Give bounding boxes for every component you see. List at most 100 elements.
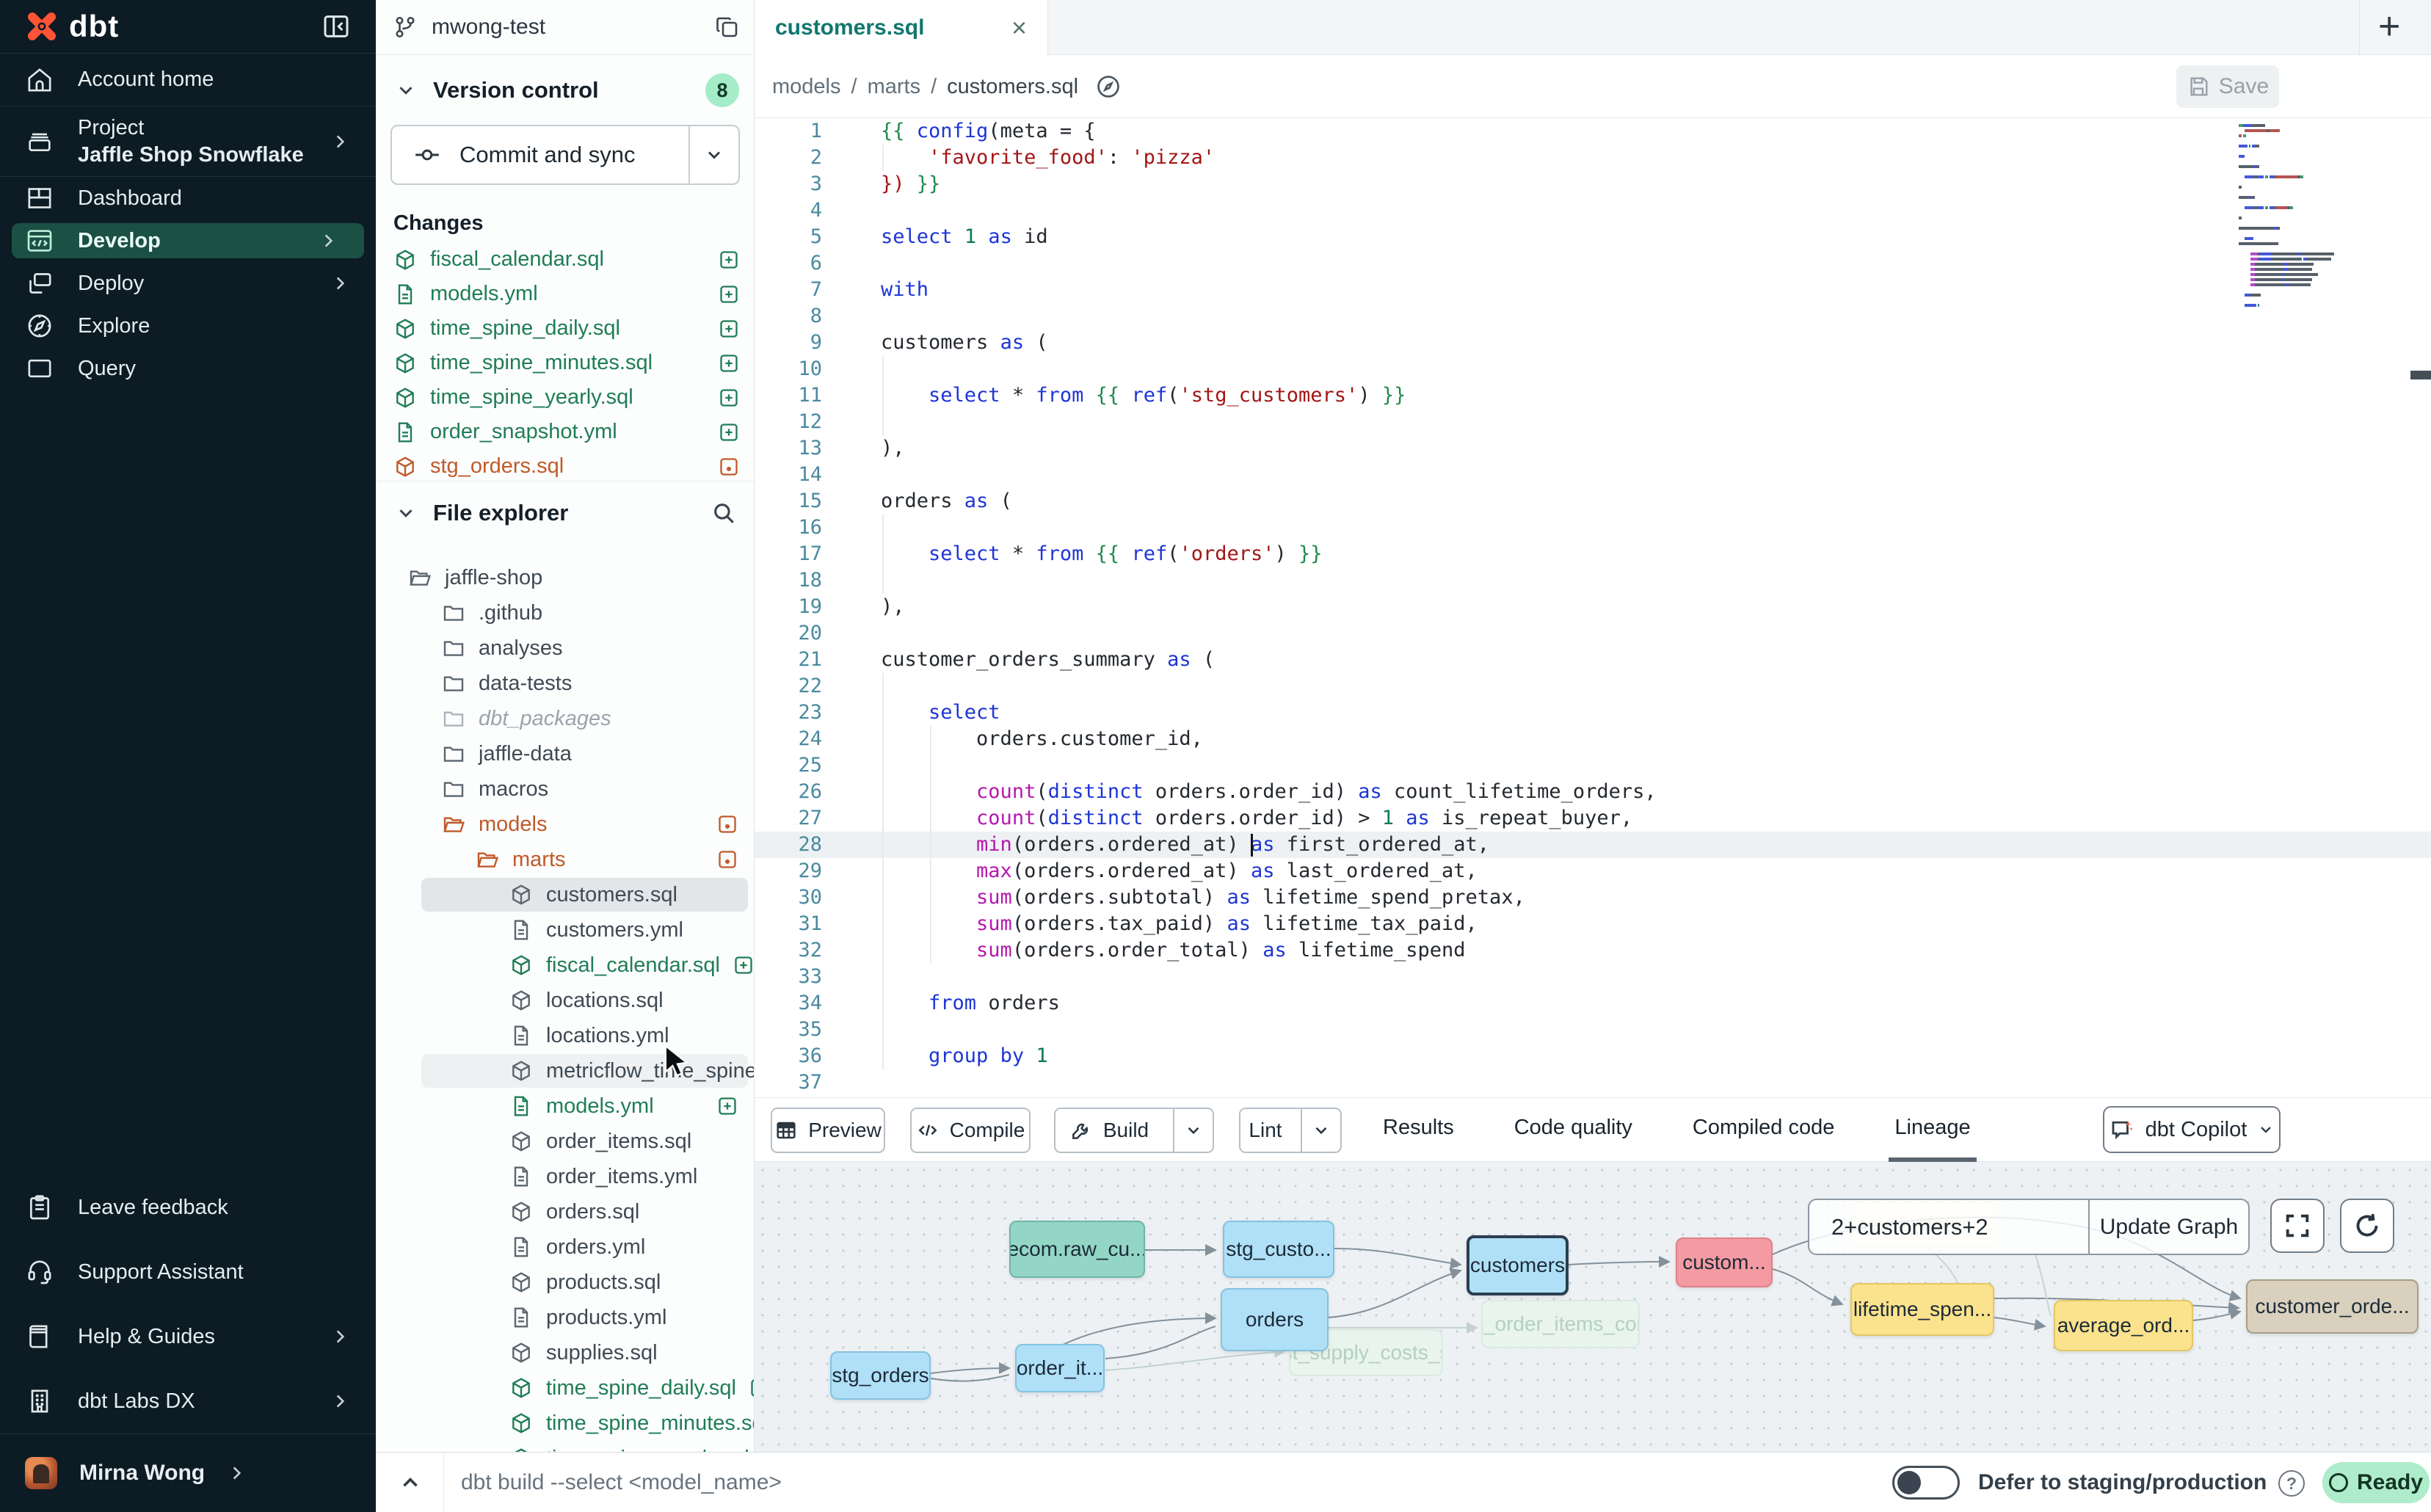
lineage-node-order_it---[interactable]: order_it... xyxy=(1015,1344,1105,1392)
compile-button[interactable]: Compile xyxy=(910,1108,1031,1153)
status-badge[interactable]: Ready xyxy=(2322,1462,2430,1503)
copy-icon[interactable] xyxy=(714,14,741,40)
build-options-button[interactable] xyxy=(1173,1109,1213,1152)
change-file-stg_orders.sql[interactable]: stg_orders.sql xyxy=(376,449,754,481)
file-analyses[interactable]: analyses xyxy=(376,630,754,666)
file-products.sql[interactable]: products.sql xyxy=(376,1265,754,1300)
tab-code-quality[interactable]: Code quality xyxy=(1508,1098,1638,1163)
lineage-selector-input[interactable]: 2+customers+2 Update Graph xyxy=(1808,1199,2250,1255)
home-icon xyxy=(25,65,54,95)
defer-toggle[interactable] xyxy=(1892,1466,1960,1500)
tab-results[interactable]: Results xyxy=(1377,1098,1460,1163)
lint-options-button[interactable] xyxy=(1301,1109,1340,1152)
nav-item-project[interactable]: ProjectJaffle Shop Snowflake xyxy=(0,106,376,176)
nav-item-dbt-labs-dx[interactable]: dbt Labs DX xyxy=(0,1369,376,1433)
file-order_items.sql[interactable]: order_items.sql xyxy=(376,1124,754,1159)
nav-item-query[interactable]: Query xyxy=(0,347,376,390)
lineage-node-customers[interactable]: customers xyxy=(1467,1235,1569,1295)
file-marts[interactable]: marts xyxy=(376,842,754,877)
tab-lineage[interactable]: Lineage xyxy=(1889,1098,1976,1163)
file-time_spine_yearly.sql[interactable]: time_spine_yearly.sql xyxy=(376,1441,754,1452)
file-dbt_packages[interactable]: dbt_packages xyxy=(376,701,754,736)
refresh-button[interactable] xyxy=(2340,1199,2394,1253)
code-line-4: 4 xyxy=(755,197,2431,224)
file-time_spine_daily.sql[interactable]: time_spine_daily.sql xyxy=(376,1370,754,1406)
tab-compiled-code[interactable]: Compiled code xyxy=(1687,1098,1840,1163)
collapse-sidebar-icon[interactable] xyxy=(321,12,351,41)
branch-selector[interactable]: mwong-test xyxy=(376,0,754,55)
save-button[interactable]: Save xyxy=(2176,65,2279,108)
git-commit-icon xyxy=(413,140,442,170)
clipboard-icon xyxy=(25,1193,54,1222)
file-fiscal_calendar.sql[interactable]: fiscal_calendar.sql xyxy=(376,948,754,983)
deploy-icon xyxy=(25,269,54,298)
file-metricflow_time_spine.sql[interactable]: metricflow_time_spine.sql xyxy=(376,1053,754,1088)
commit-options-button[interactable] xyxy=(688,126,738,183)
lineage-node-ecom-raw_cu---[interactable]: ecom.raw_cu... xyxy=(1009,1221,1145,1278)
code-editor[interactable]: 1{{ config(meta = {2 'favorite_food': 'p… xyxy=(755,118,2431,1097)
dbt-copilot-button[interactable]: dbt Copilot xyxy=(2103,1106,2281,1153)
change-file-time_spine_minutes.sql[interactable]: time_spine_minutes.sql xyxy=(376,346,754,380)
search-icon[interactable] xyxy=(711,501,736,526)
chevron-up-icon[interactable] xyxy=(398,1470,423,1495)
nav-item-develop[interactable]: Develop xyxy=(12,223,364,258)
version-control-header[interactable]: Version control 8 xyxy=(376,68,754,113)
help-icon[interactable]: ? xyxy=(2278,1470,2305,1497)
change-file-fiscal_calendar.sql[interactable]: fiscal_calendar.sql xyxy=(376,242,754,277)
file-orders.yml[interactable]: orders.yml xyxy=(376,1229,754,1265)
new-tab-button[interactable]: + xyxy=(2378,4,2400,48)
preview-button[interactable]: Preview xyxy=(771,1108,885,1153)
minimap[interactable] xyxy=(2239,124,2363,314)
tab-customers-sql[interactable]: customers.sql × xyxy=(755,0,1048,56)
update-graph-button[interactable]: Update Graph xyxy=(2088,1200,2248,1254)
nav-item-explore[interactable]: Explore xyxy=(0,305,376,347)
nav-item-dashboard[interactable]: Dashboard xyxy=(0,177,376,219)
user-menu[interactable]: Mirna Wong xyxy=(0,1434,376,1512)
nav-item-support-assistant[interactable]: Support Assistant xyxy=(0,1240,376,1304)
build-button[interactable]: Build xyxy=(1054,1108,1214,1153)
file-time_spine_minutes.sql[interactable]: time_spine_minutes.sql xyxy=(376,1406,754,1441)
file-customers.sql[interactable]: customers.sql xyxy=(376,877,754,912)
file-jaffle-shop[interactable]: jaffle-shop xyxy=(376,560,754,595)
lineage-node-stg_orders[interactable]: stg_orders xyxy=(830,1351,931,1400)
lineage-node-customer_orde---[interactable]: customer_orde... xyxy=(2246,1279,2419,1334)
lineage-node-custom---[interactable]: custom... xyxy=(1676,1237,1773,1287)
file-order_items.yml[interactable]: order_items.yml xyxy=(376,1159,754,1194)
lineage-node-average_ord---[interactable]: average_ord... xyxy=(2054,1300,2193,1351)
change-file-time_spine_yearly.sql[interactable]: time_spine_yearly.sql xyxy=(376,380,754,415)
file-products.yml[interactable]: products.yml xyxy=(376,1300,754,1335)
file-models[interactable]: models xyxy=(376,807,754,842)
lineage-graph[interactable]: ecom.raw_cu... stg_custo... customers custo… xyxy=(755,1162,2431,1452)
nav-item-deploy[interactable]: Deploy xyxy=(0,262,376,305)
code-line-34: 34 from orders xyxy=(755,990,2431,1017)
lint-button[interactable]: Lint xyxy=(1239,1108,1342,1153)
docs-compass-icon[interactable] xyxy=(1094,73,1122,101)
lineage-node-stg_custo---[interactable]: stg_custo... xyxy=(1223,1221,1334,1278)
fullscreen-button[interactable] xyxy=(2270,1199,2325,1253)
file-customers.yml[interactable]: customers.yml xyxy=(376,912,754,948)
change-file-models.yml[interactable]: models.yml xyxy=(376,277,754,311)
file-macros[interactable]: macros xyxy=(376,771,754,807)
editor-scrollbar-thumb[interactable] xyxy=(2410,371,2431,379)
save-icon xyxy=(2187,75,2210,98)
nav-item-help-guides[interactable]: Help & Guides xyxy=(0,1304,376,1369)
file-explorer-header[interactable]: File explorer xyxy=(376,490,754,536)
file-locations.yml[interactable]: locations.yml xyxy=(376,1018,754,1053)
commit-and-sync-button[interactable]: Commit and sync xyxy=(390,125,740,185)
change-file-order_snapshot.yml[interactable]: order_snapshot.yml xyxy=(376,415,754,449)
close-icon[interactable]: × xyxy=(1011,12,1027,43)
file-data-tests[interactable]: data-tests xyxy=(376,666,754,701)
code-line-29: 29 max(orders.ordered_at) as last_ordere… xyxy=(755,858,2431,884)
command-input[interactable]: dbt build --select <model_name> xyxy=(461,1453,782,1512)
file-models.yml[interactable]: models.yml xyxy=(376,1088,754,1124)
file-supplies.sql[interactable]: supplies.sql xyxy=(376,1335,754,1370)
nav-item-leave-feedback[interactable]: Leave feedback xyxy=(0,1175,376,1240)
file-jaffle-data[interactable]: jaffle-data xyxy=(376,736,754,771)
file-.github[interactable]: .github xyxy=(376,595,754,630)
nav-item-account-home[interactable]: Account home xyxy=(0,54,376,106)
lineage-node-orders[interactable]: orders xyxy=(1221,1288,1329,1351)
change-file-time_spine_daily.sql[interactable]: time_spine_daily.sql xyxy=(376,311,754,346)
file-orders.sql[interactable]: orders.sql xyxy=(376,1194,754,1229)
file-locations.sql[interactable]: locations.sql xyxy=(376,983,754,1018)
lineage-node-lifetime_spen---[interactable]: lifetime_spen... xyxy=(1850,1283,1994,1336)
